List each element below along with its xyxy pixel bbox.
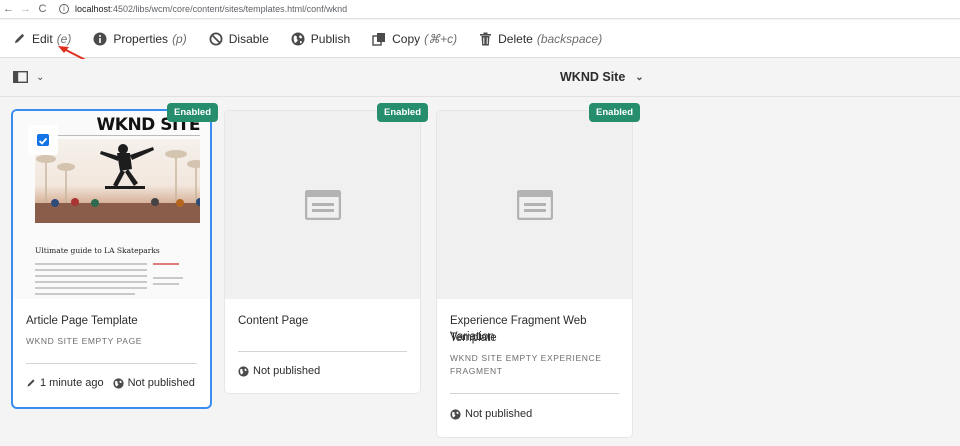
card-thumbnail (225, 111, 420, 299)
disable-label: Disable (228, 31, 269, 46)
page-template-icon (516, 190, 553, 220)
skateboarder-image (35, 139, 200, 223)
globe-icon (113, 377, 124, 389)
disable-icon (209, 32, 223, 45)
view-bar: ⌄ WKND Site ⌄ (0, 59, 960, 97)
preview-sidebar-line (153, 277, 183, 279)
delete-button[interactable]: Delete (backspace) (468, 20, 613, 58)
trash-icon (480, 32, 492, 45)
status-badge: Enabled (167, 103, 218, 122)
browser-address-bar: ← → C i localhost:4502/libs/wcm/core/con… (0, 0, 960, 19)
disable-button[interactable]: Disable (198, 20, 280, 58)
site-selector[interactable]: WKND Site ⌄ (560, 70, 644, 84)
status-badge: Enabled (589, 103, 640, 122)
pencil-icon (14, 33, 25, 44)
card-thumbnail: WKND SITE Ultimate guide to LA Skatepark… (13, 111, 210, 299)
card-thumbnail (437, 111, 632, 299)
preview-text-line (35, 275, 147, 277)
publish-button[interactable]: Publish (280, 20, 361, 58)
preview-rule (35, 135, 200, 136)
card-divider (26, 363, 197, 364)
delete-shortcut: (backspace) (536, 31, 603, 46)
url-field[interactable]: localhost:4502/libs/wcm/core/content/sit… (75, 4, 347, 14)
card-title-line-2: Template (450, 332, 497, 344)
globe-icon (450, 408, 461, 420)
preview-sidebar-line (153, 263, 179, 265)
forward-arrow-icon[interactable]: → (17, 0, 34, 19)
pencil-icon (27, 379, 35, 387)
checkmark-icon (38, 137, 48, 145)
status-badge: Enabled (377, 103, 428, 122)
preview-text-line (35, 293, 135, 295)
card-meta: Not published (450, 408, 532, 420)
template-card-article[interactable]: WKND SITE Ultimate guide to LA Skatepark… (13, 103, 218, 407)
reload-icon[interactable]: C (34, 0, 51, 19)
card-meta: 1 minute ago Not published (26, 377, 195, 389)
edit-label: Edit (32, 31, 53, 46)
copy-shortcut: (⌘+c) (424, 31, 458, 46)
copy-button[interactable]: Copy (⌘+c) (361, 20, 468, 58)
chevron-down-icon: ⌄ (635, 71, 644, 83)
page-template-icon (304, 190, 341, 220)
info-circle-icon[interactable]: i (59, 4, 69, 14)
card-subtitle-line-2: FRAGMENT (450, 366, 503, 376)
delete-label: Delete (498, 31, 533, 46)
preview-text-line (35, 269, 147, 271)
properties-label: Properties (113, 31, 169, 46)
back-arrow-icon[interactable]: ← (0, 0, 17, 19)
preview-text-line (35, 281, 147, 283)
globe-icon (238, 365, 249, 377)
card-divider (450, 393, 619, 394)
copy-label: Copy (392, 31, 421, 46)
preview-sidebar-line (153, 283, 179, 285)
preview-text-line (35, 287, 147, 289)
checkbox-checked (37, 134, 49, 146)
preview-text-line (35, 263, 147, 265)
skate-scene (35, 144, 200, 223)
card-meta: Not published (238, 365, 320, 377)
action-bar: Edit (e) Properties (p) Disable Publish … (0, 20, 960, 58)
preview-article-title: Ultimate guide to LA Skateparks (35, 246, 160, 255)
template-card-content-page[interactable]: Enabled Content Page Not published (225, 103, 428, 393)
publish-status: Not published (253, 365, 321, 377)
card-subtitle: WKND SITE EMPTY PAGE (26, 336, 143, 346)
publish-status: Not published (127, 377, 195, 389)
copy-icon (372, 32, 386, 46)
modified-time: 1 minute ago (40, 377, 104, 389)
publish-status: Not published (465, 408, 533, 420)
globe-icon (291, 32, 305, 45)
card-title: Article Page Template (26, 315, 138, 327)
select-checkbox[interactable] (28, 125, 58, 155)
card-title: Content Page (238, 315, 309, 327)
template-card-experience-fragment[interactable]: Enabled Experience Fragment Web Variatio… (437, 103, 640, 437)
rail-icon (13, 71, 28, 83)
card-subtitle-line-1: WKND SITE EMPTY EXPERIENCE (450, 353, 602, 363)
site-title: WKND Site (560, 70, 626, 84)
card-divider (238, 351, 407, 352)
rail-toggle-button[interactable]: ⌄ (13, 71, 44, 83)
publish-label: Publish (310, 31, 351, 46)
chevron-down-icon: ⌄ (36, 71, 45, 83)
properties-shortcut: (p) (172, 31, 187, 46)
